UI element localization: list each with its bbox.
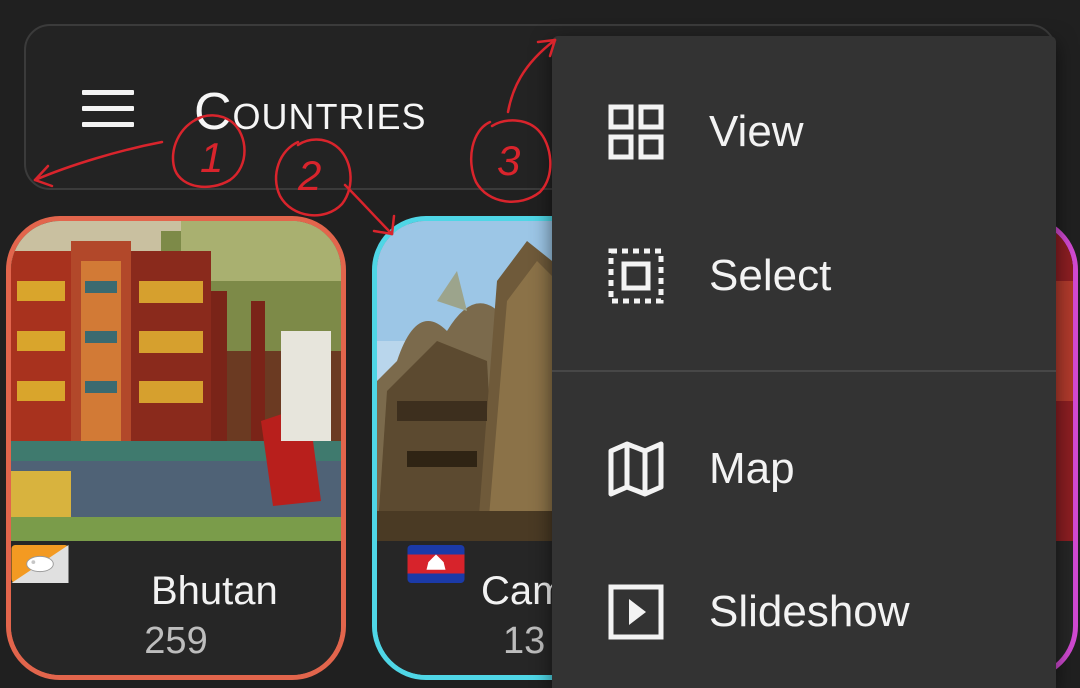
menu-line [82,106,134,111]
menu-item-label: Map [709,444,795,493]
menu-line [82,90,134,95]
card-caption: Bhutan 259 [11,541,341,675]
menu-item-label: Slideshow [709,587,910,636]
slideshow-play-icon [608,584,664,640]
menu-item-label: View [709,107,804,156]
menu-item-view[interactable]: View [552,72,1056,192]
select-box-icon [608,248,664,304]
menu-item-label: Select [709,251,832,300]
hamburger-menu-icon[interactable] [80,86,136,130]
page-title: Countries [194,83,427,141]
grid-view-icon [608,104,664,160]
overflow-menu: View Select Map Slideshow [552,36,1056,688]
country-photo [11,221,341,541]
country-card-bhutan[interactable]: Bhutan 259 [6,216,346,680]
menu-line [82,122,134,127]
menu-item-map[interactable]: Map [552,409,1056,529]
bhutan-flag [11,545,69,583]
map-icon [608,441,664,497]
menu-item-select[interactable]: Select [552,216,1056,336]
menu-divider [552,370,1056,372]
photo-count: 259 [144,620,208,662]
menu-item-slideshow[interactable]: Slideshow [552,552,1056,672]
country-name: Bhutan [151,569,278,613]
cambodia-flag [407,545,465,583]
